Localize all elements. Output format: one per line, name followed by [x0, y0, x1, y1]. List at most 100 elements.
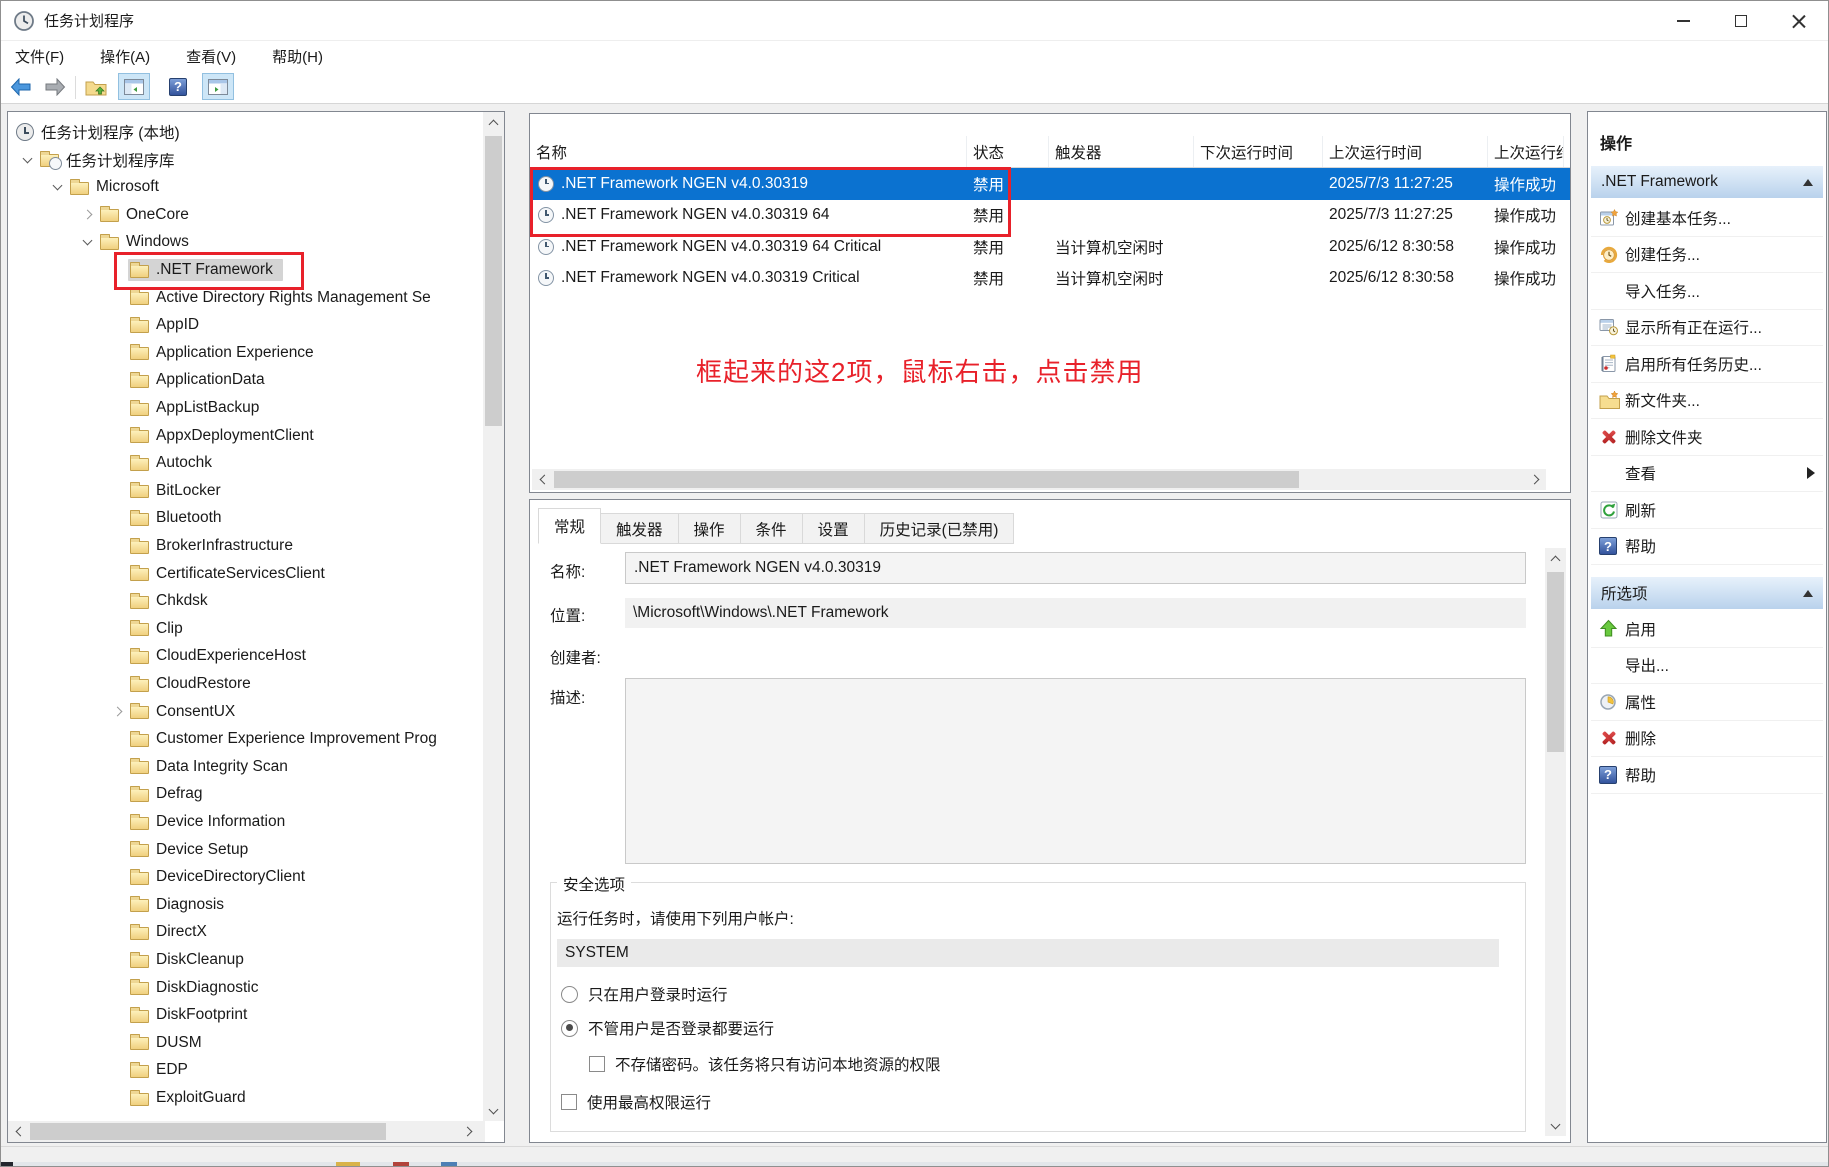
- tab-1[interactable]: 触发器: [601, 513, 679, 544]
- maximize-button[interactable]: [1712, 1, 1770, 41]
- tree-item-autochk[interactable]: Autochk: [8, 449, 480, 477]
- tree-item--[interactable]: 任务计划程序库: [8, 146, 480, 174]
- tree-item-diskcleanup[interactable]: DiskCleanup: [8, 946, 480, 974]
- action-item[interactable]: 创建任务...: [1591, 237, 1823, 274]
- close-button[interactable]: [1770, 1, 1828, 41]
- tree-item-diskdiagnostic[interactable]: DiskDiagnostic: [8, 974, 480, 1002]
- checkbox-highest-privileges[interactable]: 使用最高权限运行: [561, 1091, 711, 1113]
- tree-vscroll-thumb[interactable]: [485, 136, 502, 426]
- menu-item[interactable]: 查看(V): [186, 46, 236, 67]
- tree-horizontal-scrollbar[interactable]: [8, 1121, 485, 1142]
- tree-item-device-information[interactable]: Device Information: [8, 808, 480, 836]
- scroll-down-icon[interactable]: [1545, 1115, 1566, 1136]
- action-item[interactable]: ?帮助: [1591, 529, 1823, 566]
- action-item[interactable]: 属性: [1591, 684, 1823, 721]
- list-horizontal-scrollbar[interactable]: [532, 469, 1546, 490]
- column-header[interactable]: 上次运行时间: [1323, 136, 1488, 167]
- minimize-button[interactable]: [1654, 1, 1712, 41]
- tree-item-certificateservicesclient[interactable]: CertificateServicesClient: [8, 560, 480, 588]
- tree-item-clip[interactable]: Clip: [8, 615, 480, 643]
- action-item[interactable]: 启用: [1591, 611, 1823, 648]
- checkbox-no-password[interactable]: 不存储密码。该任务将只有访问本地资源的权限: [589, 1053, 941, 1075]
- expander-expanded-icon[interactable]: [76, 231, 98, 253]
- tab-5[interactable]: 历史记录(已禁用): [865, 513, 1015, 544]
- tree-hscroll-thumb[interactable]: [30, 1123, 386, 1140]
- list-hscroll-thumb[interactable]: [554, 471, 1299, 488]
- column-header[interactable]: 上次运行结果: [1488, 136, 1564, 167]
- tree-item-defrag[interactable]: Defrag: [8, 780, 480, 808]
- action-item[interactable]: 创建基本任务...: [1591, 200, 1823, 237]
- menu-item[interactable]: 帮助(H): [272, 46, 323, 67]
- task-row[interactable]: .NET Framework NGEN v4.0.30319 Critical禁…: [530, 263, 1570, 295]
- tree-item-onecore[interactable]: OneCore: [8, 201, 480, 229]
- tree-item-application-experience[interactable]: Application Experience: [8, 339, 480, 367]
- scroll-left-icon[interactable]: [8, 1121, 29, 1142]
- tree-item-cloudexperiencehost[interactable]: CloudExperienceHost: [8, 642, 480, 670]
- action-item[interactable]: ?帮助: [1591, 757, 1823, 794]
- action-item[interactable]: 查看: [1591, 456, 1823, 493]
- forward-button[interactable]: [41, 73, 69, 100]
- tree-item-applicationdata[interactable]: ApplicationData: [8, 366, 480, 394]
- checkbox-icon[interactable]: [589, 1056, 605, 1072]
- action-section-header[interactable]: 所选项: [1591, 577, 1823, 609]
- tab-2[interactable]: 操作: [679, 513, 741, 544]
- action-item[interactable]: 导出...: [1591, 648, 1823, 685]
- description-field[interactable]: [625, 678, 1526, 864]
- radio-run-logged-on[interactable]: 只在用户登录时运行: [561, 983, 728, 1005]
- tree-item-diagnosis[interactable]: Diagnosis: [8, 891, 480, 919]
- tree-item-directx[interactable]: DirectX: [8, 918, 480, 946]
- action-item[interactable]: 启用所有任务历史...: [1591, 346, 1823, 383]
- column-header[interactable]: 触发器: [1049, 136, 1194, 167]
- tree-item-chkdsk[interactable]: Chkdsk: [8, 587, 480, 615]
- action-item[interactable]: 新文件夹...: [1591, 383, 1823, 420]
- menu-item[interactable]: 文件(F): [15, 46, 64, 67]
- collapse-arrow-icon[interactable]: [1803, 590, 1813, 597]
- menu-item[interactable]: 操作(A): [100, 46, 150, 67]
- tree-item-microsoft[interactable]: Microsoft: [8, 173, 480, 201]
- tab-4[interactable]: 设置: [803, 513, 865, 544]
- tree-item--[interactable]: 任务计划程序 (本地): [8, 118, 480, 146]
- tree-item-bitlocker[interactable]: BitLocker: [8, 477, 480, 505]
- expander-collapsed-icon[interactable]: [106, 701, 128, 723]
- tree-item-consentux[interactable]: ConsentUX: [8, 698, 480, 726]
- tree-item-customer-experience-improvement-prog[interactable]: Customer Experience Improvement Prog: [8, 725, 480, 753]
- collapse-arrow-icon[interactable]: [1803, 179, 1813, 186]
- tree-item-appid[interactable]: AppID: [8, 311, 480, 339]
- tree-item-dusm[interactable]: DUSM: [8, 1029, 480, 1057]
- scroll-up-icon[interactable]: [483, 112, 504, 133]
- column-header[interactable]: 下次运行时间: [1194, 136, 1323, 167]
- tree-item-bluetooth[interactable]: Bluetooth: [8, 504, 480, 532]
- action-item[interactable]: 删除文件夹: [1591, 419, 1823, 456]
- action-item[interactable]: 刷新: [1591, 492, 1823, 529]
- scroll-left-icon[interactable]: [532, 469, 553, 490]
- action-item[interactable]: 显示所有正在运行...: [1591, 310, 1823, 347]
- column-header[interactable]: 名称: [530, 136, 967, 167]
- action-section-header[interactable]: .NET Framework: [1591, 166, 1823, 198]
- tab-general[interactable]: 常规: [538, 508, 601, 544]
- tree-item-exploitguard[interactable]: ExploitGuard: [8, 1084, 480, 1112]
- detail-vertical-scrollbar[interactable]: [1545, 548, 1566, 1136]
- help-toolbar-button[interactable]: ?: [164, 73, 192, 100]
- scroll-right-icon[interactable]: [1525, 469, 1546, 490]
- expander-expanded-icon[interactable]: [46, 176, 68, 198]
- scroll-down-icon[interactable]: [483, 1100, 504, 1121]
- tree-item-applistbackup[interactable]: AppListBackup: [8, 394, 480, 422]
- radio-run-any-logon[interactable]: 不管用户是否登录都要运行: [561, 1017, 774, 1039]
- up-folder-button[interactable]: [82, 73, 110, 100]
- tab-3[interactable]: 条件: [741, 513, 803, 544]
- tree-item-diskfootprint[interactable]: DiskFootprint: [8, 1001, 480, 1029]
- show-action-pane-toggle[interactable]: [202, 73, 234, 100]
- tree-item-data-integrity-scan[interactable]: Data Integrity Scan: [8, 753, 480, 781]
- show-console-tree-toggle[interactable]: [118, 73, 150, 100]
- expander-expanded-icon[interactable]: [16, 149, 38, 171]
- detail-vscroll-thumb[interactable]: [1547, 572, 1564, 752]
- scroll-right-icon[interactable]: [458, 1121, 479, 1142]
- action-item[interactable]: 删除: [1591, 721, 1823, 758]
- tree-item-devicedirectoryclient[interactable]: DeviceDirectoryClient: [8, 863, 480, 891]
- tree-item-edp[interactable]: EDP: [8, 1056, 480, 1084]
- back-button[interactable]: [7, 73, 35, 100]
- expander-collapsed-icon[interactable]: [76, 204, 98, 226]
- tree-vertical-scrollbar[interactable]: [483, 112, 504, 1121]
- action-item[interactable]: 导入任务...: [1591, 273, 1823, 310]
- tree-item-device-setup[interactable]: Device Setup: [8, 836, 480, 864]
